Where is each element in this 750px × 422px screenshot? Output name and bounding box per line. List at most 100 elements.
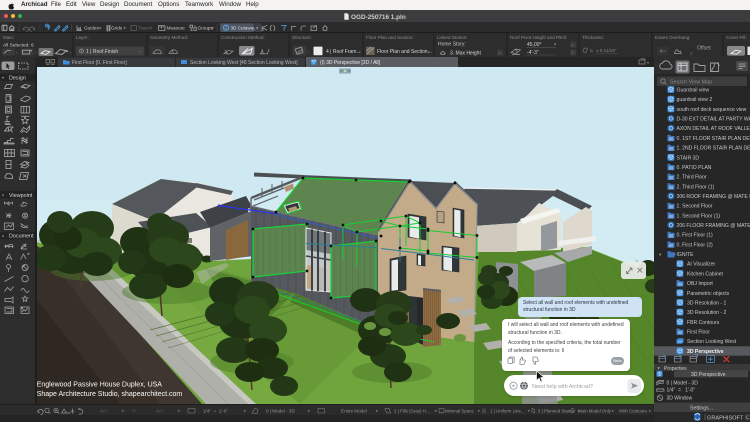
svg-text:206 FLOOR FRAMING @ MATE LINE: 206 FLOOR FRAMING @ MATE LINE [677, 223, 750, 229]
svg-text:Offset:: Offset: [697, 45, 712, 51]
svg-text:0. First Floor (2): 0. First Floor (2) [677, 242, 714, 248]
svg-text:▾: ▾ [99, 25, 102, 30]
svg-text:Minimal Space: Minimal Space [445, 408, 474, 413]
svg-text:Document: Document [9, 234, 34, 240]
svg-text:AI Visualizer: AI Visualizer [687, 262, 716, 268]
svg-text:STAIR 3D: STAIR 3D [677, 155, 700, 161]
svg-text:›: › [359, 49, 361, 54]
svg-text:4 | Roof Fram...: 4 | Roof Fram... [326, 49, 361, 55]
svg-text:Settings...: Settings... [690, 405, 713, 411]
svg-text:Geometry Method:: Geometry Method: [150, 35, 188, 40]
svg-text:Roof Pivot Height and Pitch:: Roof Pivot Height and Pitch: [510, 35, 567, 40]
svg-text:▸: ▸ [376, 408, 379, 413]
svg-text:Floor Plan and Section:: Floor Plan and Section: [366, 35, 414, 40]
svg-text:⟲: ⟲ [132, 409, 137, 414]
svg-text:Layer:: Layer: [76, 35, 89, 40]
svg-text:First Floor: First Floor [687, 330, 710, 336]
svg-text:1 | Roof.Finish: 1 | Roof.Finish [86, 49, 118, 55]
svg-text:(I) 3D Perspective [3D / All]: (I) 3D Perspective [3D / All] [320, 60, 381, 66]
svg-text:▸: ▸ [244, 408, 247, 413]
svg-text:▸: ▸ [122, 408, 125, 413]
svg-text:▾: ▾ [2, 75, 4, 80]
svg-text:3D Perspective: 3D Perspective [687, 349, 724, 355]
svg-text:OBJ Import: OBJ Import [687, 281, 713, 287]
svg-text:0 | Model - 3D: 0 | Model - 3D [667, 381, 699, 387]
svg-text:▾: ▾ [658, 366, 660, 371]
svg-text:0 | Model - 3D: 0 | Model - 3D [266, 408, 295, 413]
svg-text:Eaves Overhang:: Eaves Overhang: [655, 35, 691, 40]
svg-text:Need help with Archicad?: Need help with Archicad? [532, 384, 593, 390]
svg-text:⇅: ⇅ [590, 48, 594, 53]
svg-text:▸: ▸ [528, 408, 531, 413]
svg-text:Section Looking West: Section Looking West [687, 339, 737, 345]
svg-text:First Floor [0. First Floor]: First Floor [0. First Floor] [72, 60, 127, 66]
svg-text:▸: ▸ [612, 408, 615, 413]
svg-text:Guides: Guides [84, 26, 100, 31]
svg-text:▾: ▾ [150, 25, 153, 30]
svg-text:N/A: N/A [156, 408, 165, 413]
svg-text:0. PATIO PLAN: 0. PATIO PLAN [677, 165, 712, 171]
svg-text:Grids: Grids [111, 26, 123, 31]
svg-text:Structure:: Structure: [292, 35, 312, 40]
svg-text:Kitchen Cabinet: Kitchen Cabinet [687, 271, 724, 277]
svg-text:›: › [35, 50, 37, 55]
svg-text:3D Resolution - 2: 3D Resolution - 2 [687, 310, 727, 316]
svg-text:0. First Floor (1): 0. First Floor (1) [677, 233, 714, 239]
svg-text:Home Story:: Home Story: [438, 42, 466, 48]
svg-text:Construction Method:: Construction Method: [221, 35, 265, 40]
svg-text:▸: ▸ [435, 408, 438, 413]
svg-text:45,00°: 45,00° [527, 42, 542, 48]
svg-text:▾: ▾ [2, 193, 4, 198]
svg-text:0. 1ST FLOOR STAIR PLAN DETAIL: 0. 1ST FLOOR STAIR PLAN DETAIL [677, 136, 750, 142]
svg-text:▾: ▾ [647, 60, 649, 65]
svg-text:Section Looking West [48 Secti: Section Looking West [48 Section Looking… [190, 60, 298, 66]
svg-text:2 | Fills (Gray) H...: 2 | Fills (Gray) H... [394, 408, 430, 413]
svg-text:▸: ▸ [649, 408, 652, 413]
svg-text:N/A: N/A [100, 408, 109, 413]
svg-text:3D Window: 3D Window [667, 396, 693, 402]
svg-text:Main Model Only: Main Model Only [578, 408, 612, 413]
svg-text:1 | Uniform Line...: 1 | Uniform Line... [490, 408, 525, 413]
svg-text:▾: ▾ [554, 41, 556, 46]
svg-text:3. Max Height: 3. Max Height [450, 50, 481, 56]
svg-text:GRAPHISOFT Ⓒ: GRAPHISOFT Ⓒ [707, 413, 750, 421]
svg-text:IGNITE: IGNITE [677, 252, 695, 258]
svg-text:± 0.11/16": ± 0.11/16" [596, 48, 617, 53]
svg-text:FBR Contours: FBR Contours [687, 320, 720, 326]
svg-text:south roof deck sequence view: south roof deck sequence view [677, 107, 747, 113]
svg-text:Thickness:: Thickness: [582, 35, 604, 40]
svg-text:Measure: Measure [167, 26, 186, 31]
svg-text:›: › [70, 50, 72, 55]
svg-text:Trace: Trace [138, 26, 150, 31]
svg-text:Englewood Passive House Duplex: Englewood Passive House Duplex, USA [37, 382, 162, 389]
svg-text:▸: ▸ [478, 408, 481, 413]
svg-text:306 ROOF FRAMING @ MATE LINE: 306 ROOF FRAMING @ MATE LINE [677, 194, 750, 200]
svg-text:3D Perspective: 3D Perspective [691, 372, 726, 378]
svg-text:AXON DETAIL AT ROOF VALLEY EAS: AXON DETAIL AT ROOF VALLEY EAS [677, 126, 750, 132]
svg-text:Viewpoint: Viewpoint [9, 193, 33, 199]
svg-text:Floor Plan and Section...: Floor Plan and Section... [377, 49, 432, 55]
svg-text:D-30 EXT DETAIL AT PARTY WALL: D-30 EXT DETAIL AT PARTY WALL E [677, 117, 750, 123]
svg-text:1. 2ND FLOOR STAIR PLAN DETAIL: 1. 2ND FLOOR STAIR PLAN DETAIL [677, 146, 750, 152]
svg-text:Shape Architecture Studio, sha: Shape Architecture Studio, shapearchitec… [37, 391, 182, 398]
svg-text:›: › [16, 50, 18, 55]
svg-text:Parametric objects: Parametric objects [687, 291, 730, 297]
svg-text:Design: Design [9, 75, 26, 81]
svg-text:1/4" = 1'-0": 1/4" = 1'-0" [667, 388, 696, 394]
svg-text:All Selected: 6: All Selected: 6 [3, 42, 34, 48]
svg-text:1. Second Floor: 1. Second Floor [677, 204, 713, 210]
svg-text:With Contours: With Contours [619, 408, 648, 413]
svg-text:Cover Fill:: Cover Fill: [726, 35, 747, 40]
svg-text:›: › [308, 49, 310, 54]
svg-text:2. Third Floor: 2. Third Floor [677, 175, 708, 181]
svg-text:1. Second Floor (1): 1. Second Floor (1) [677, 213, 721, 219]
svg-text:3D Resolution - 1: 3D Resolution - 1 [687, 301, 727, 307]
svg-text:▸: ▸ [308, 408, 311, 413]
svg-text:▾: ▾ [124, 25, 127, 30]
svg-text:▾: ▾ [2, 233, 4, 238]
svg-text:guardrail view 2: guardrail view 2 [677, 97, 713, 103]
svg-text:Linked Stories:: Linked Stories: [437, 35, 467, 40]
svg-text:5 | Planned Status: 5 | Planned Status [538, 408, 575, 413]
svg-text:▾: ▾ [212, 25, 215, 30]
svg-text:3D Cutaway: 3D Cutaway [231, 25, 257, 30]
